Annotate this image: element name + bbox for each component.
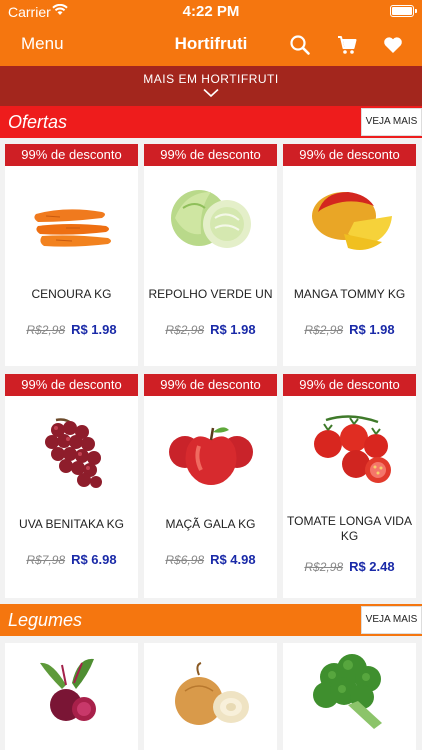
heart-icon[interactable] xyxy=(382,34,404,56)
search-icon[interactable] xyxy=(289,34,311,56)
old-price: R$2,98 xyxy=(26,323,66,337)
product-card[interactable]: 99% de desconto MAÇÃ GALA KG R$6,98 R$ 4.… xyxy=(144,374,277,598)
old-price: R$2,98 xyxy=(304,560,344,574)
product-card[interactable] xyxy=(5,643,138,750)
battery-icon xyxy=(390,5,417,17)
product-name: TOMATE LONGA VIDA KG xyxy=(287,514,412,543)
current-price: R$ 4.98 xyxy=(210,552,256,567)
current-price: R$ 6.98 xyxy=(71,552,117,567)
clock: 4:22 PM xyxy=(182,3,240,20)
section-header-legumes: Legumes VEJA MAIS xyxy=(0,604,422,636)
product-name: CENOURA KG xyxy=(31,287,112,301)
cabbage-icon xyxy=(171,190,251,248)
price-row: R$2,98 R$ 1.98 xyxy=(144,322,277,337)
discount-badge: 99% de desconto xyxy=(144,374,277,396)
product-name: REPOLHO VERDE UN xyxy=(148,287,273,301)
product-name: MAÇÃ GALA KG xyxy=(165,517,256,531)
current-price: R$ 1.98 xyxy=(349,322,395,337)
price-row: R$7,98 R$ 6.98 xyxy=(5,552,138,567)
section-title: Ofertas xyxy=(8,112,68,132)
discount-badge: 99% de desconto xyxy=(283,144,416,166)
price-row: R$6,98 R$ 4.98 xyxy=(144,552,277,567)
cart-icon[interactable] xyxy=(336,34,358,56)
carrot-icon xyxy=(34,209,111,247)
product-name: MANGA TOMMY KG xyxy=(293,287,406,301)
apple-icon xyxy=(169,427,253,485)
see-more-button[interactable]: VEJA MAIS xyxy=(361,108,422,136)
discount-badge: 99% de desconto xyxy=(144,144,277,166)
product-name: UVA BENITAKA KG xyxy=(19,517,124,531)
chevron-down-icon xyxy=(203,88,219,98)
product-card[interactable]: 99% de desconto TOMATE LONGA VIDA KG R$2… xyxy=(283,374,416,598)
menu-button[interactable]: Menu xyxy=(21,34,64,54)
discount-badge: 99% de desconto xyxy=(5,144,138,166)
discount-badge: 99% de desconto xyxy=(283,374,416,396)
product-card[interactable]: 99% de desconto CENOURA KG R$2,98 R$ 1.98 xyxy=(5,144,138,366)
tomato-icon xyxy=(314,415,391,483)
old-price: R$2,98 xyxy=(304,323,344,337)
price-row: R$2,98 R$ 1.98 xyxy=(283,322,416,337)
price-row: R$2,98 R$ 2.48 xyxy=(283,559,416,574)
product-card[interactable] xyxy=(144,643,277,750)
beet-icon xyxy=(40,658,96,721)
price-row: R$2,98 R$ 1.98 xyxy=(5,322,138,337)
current-price: R$ 2.48 xyxy=(349,559,395,574)
product-card[interactable]: 99% de desconto REPOLHO VERDE UN R$2,98 R… xyxy=(144,144,277,366)
broccoli-icon xyxy=(313,654,382,729)
old-price: R$7,98 xyxy=(26,553,66,567)
more-in-category-label: MAIS EM HORTIFRUTI xyxy=(143,72,279,86)
section-header-ofertas: Ofertas VEJA MAIS xyxy=(0,106,422,138)
onion-icon xyxy=(175,662,249,725)
nav-bar: Menu Hortifruti xyxy=(0,24,422,66)
old-price: R$2,98 xyxy=(165,323,205,337)
product-card[interactable]: 99% de desconto UVA BENITAKA KG R$7,98 R$… xyxy=(5,374,138,598)
grapes-icon xyxy=(45,418,102,488)
current-price: R$ 1.98 xyxy=(210,322,256,337)
current-price: R$ 1.98 xyxy=(71,322,117,337)
old-price: R$6,98 xyxy=(165,553,205,567)
section-title: Legumes xyxy=(8,610,83,630)
mango-icon xyxy=(312,192,392,250)
see-more-button[interactable]: VEJA MAIS xyxy=(361,606,422,634)
status-bar: Carrier 4:22 PM xyxy=(0,0,422,24)
more-in-category-bar[interactable]: MAIS EM HORTIFRUTI xyxy=(0,66,422,106)
discount-badge: 99% de desconto xyxy=(5,374,138,396)
product-card[interactable]: 99% de desconto MANGA TOMMY KG R$2,98 R$ … xyxy=(283,144,416,366)
product-card[interactable] xyxy=(283,643,416,750)
